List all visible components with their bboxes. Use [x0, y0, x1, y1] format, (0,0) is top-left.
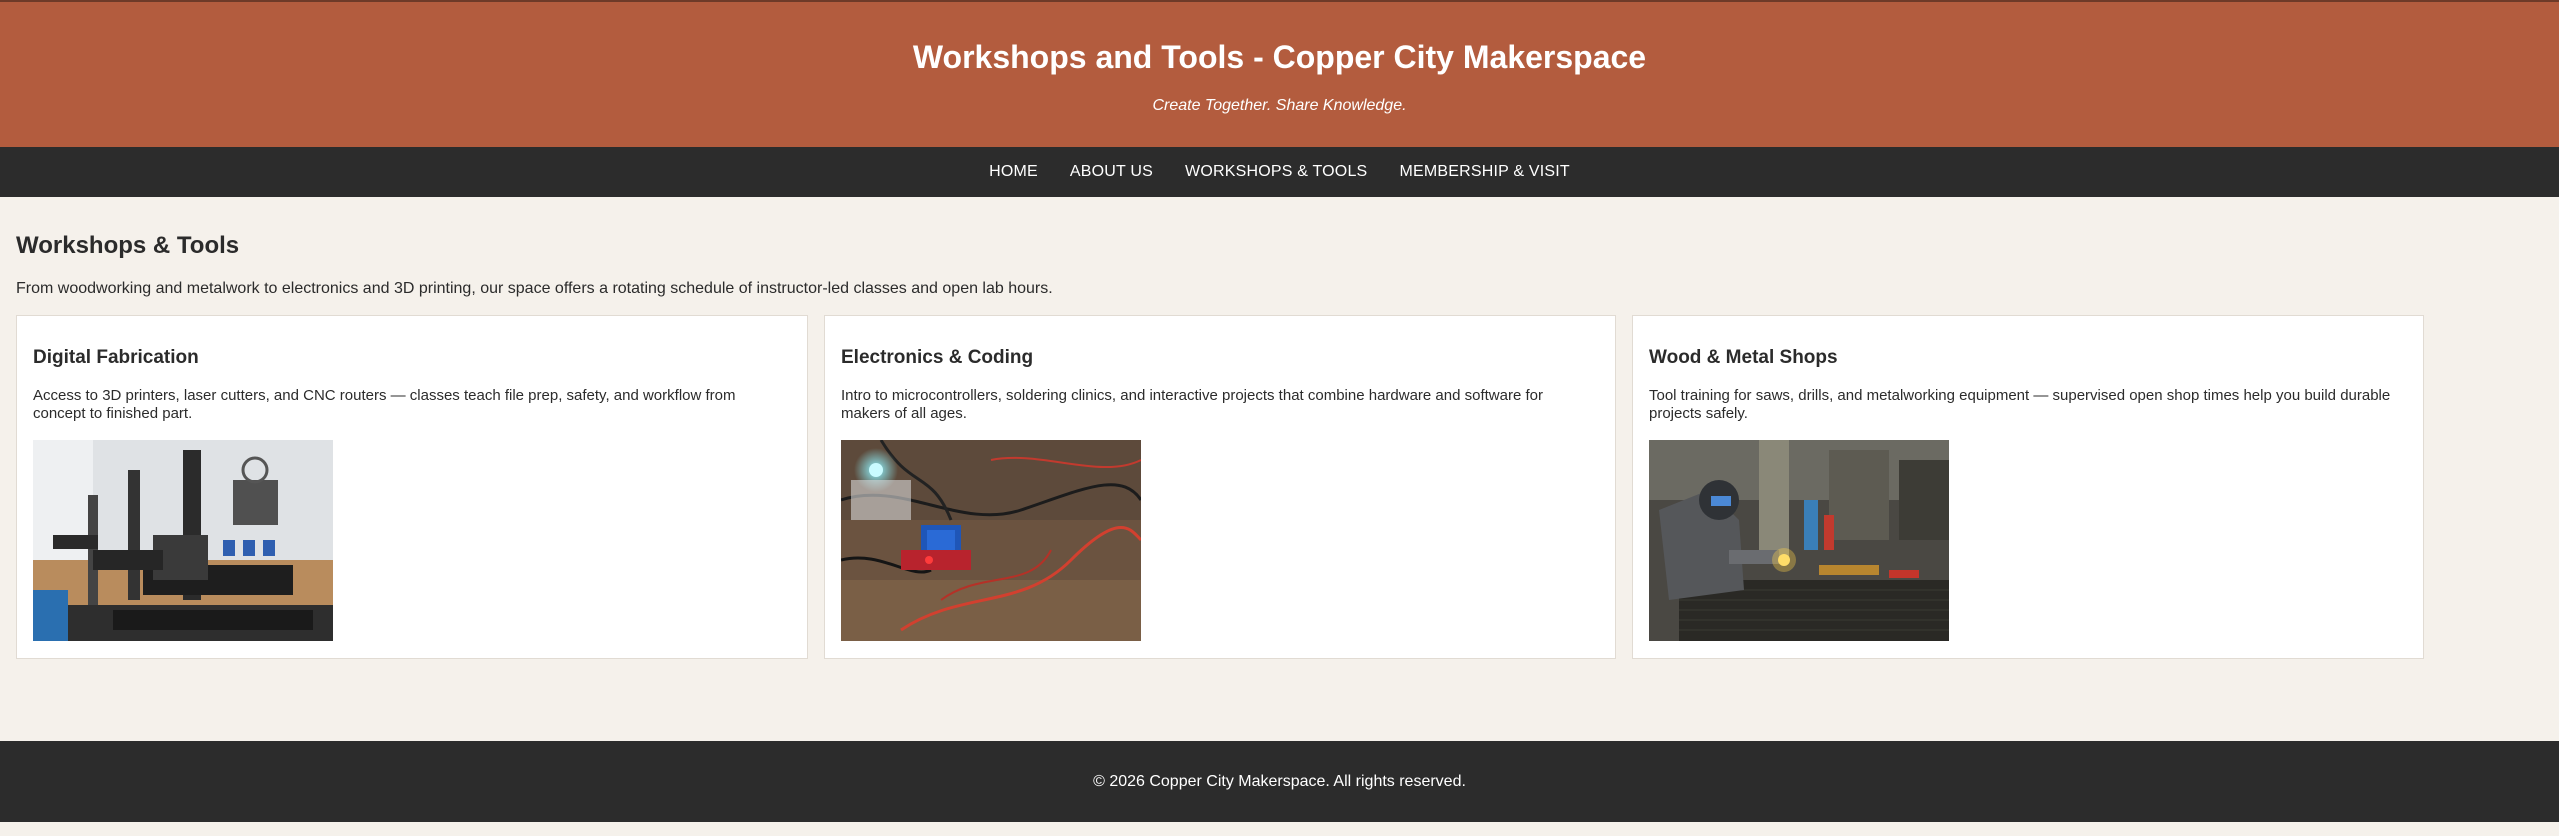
site-title: Workshops and Tools - Copper City Makers…	[912, 39, 1647, 75]
workshop-card-electronics-coding: Electronics & Coding Intro to microcontr…	[824, 315, 1616, 659]
footer-copyright: © 2026 Copper City Makerspace. All right…	[1093, 773, 1466, 790]
card-description: Access to 3D printers, laser cutters, an…	[33, 387, 736, 422]
nav-item-membership-visit[interactable]: MEMBERSHIP & VISIT	[1383, 147, 1585, 197]
card-title: Wood & Metal Shops	[1649, 347, 1838, 368]
card-title: Electronics & Coding	[841, 347, 1034, 368]
main-nav: HOME ABOUT US WORKSHOPS & TOOLS MEMBERSH…	[0, 147, 2559, 197]
section-title: Workshops & Tools	[16, 232, 240, 259]
site-tagline: Create Together. Share Knowledge.	[1152, 97, 1407, 114]
nav-item-home[interactable]: HOME	[973, 147, 1054, 197]
site-footer: © 2026 Copper City Makerspace. All right…	[0, 741, 2559, 822]
site-header: Workshops and Tools - Copper City Makers…	[0, 0, 2559, 147]
card-description: Intro to microcontrollers, soldering cli…	[841, 387, 1543, 422]
nav-item-about-us[interactable]: ABOUT US	[1054, 147, 1169, 197]
workshop-card-wood-metal-shops: Wood & Metal Shops Tool training for saw…	[1632, 315, 2424, 659]
3d-printer-photo-icon	[33, 440, 333, 641]
section-intro: From woodworking and metalwork to electr…	[16, 280, 1053, 297]
card-description: Tool training for saws, drills, and meta…	[1649, 387, 2391, 422]
workshop-card-digital-fabrication: Digital Fabrication Access to 3D printer…	[16, 315, 808, 659]
card-title: Digital Fabrication	[33, 347, 199, 368]
welder-photo-icon	[1649, 440, 1949, 641]
nav-item-workshops-tools[interactable]: WORKSHOPS & TOOLS	[1169, 147, 1383, 197]
electronics-relay-photo-icon	[841, 440, 1141, 641]
